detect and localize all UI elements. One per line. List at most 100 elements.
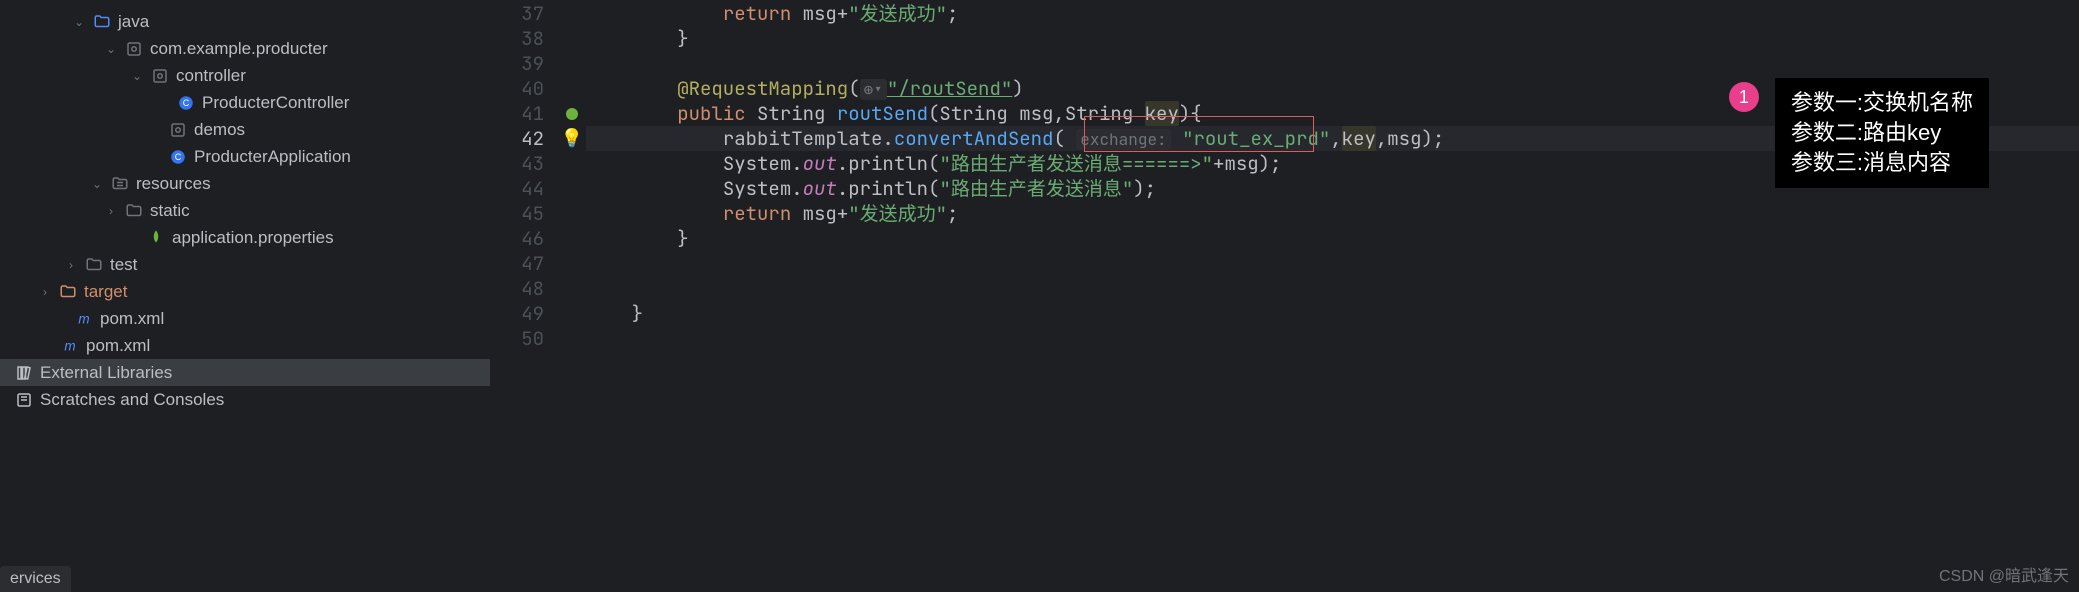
line-number: 38 — [490, 26, 558, 51]
code-token: ; — [947, 1, 958, 26]
svg-text:C: C — [175, 152, 182, 162]
code-token: String — [757, 101, 825, 126]
class-icon: C — [176, 93, 196, 113]
line-number: 43 — [490, 151, 558, 176]
tree-node-static[interactable]: › static — [0, 197, 490, 224]
callout-text: 参数一:交换机名称 参数二:路由key 参数三:消息内容 — [1775, 78, 1989, 188]
tree-node-package[interactable]: ⌄ com.example.producter — [0, 35, 490, 62]
tree-node-pom-outer[interactable]: › m pom.xml — [0, 332, 490, 359]
code-token: .println( — [837, 151, 940, 176]
scratches-icon — [14, 390, 34, 410]
tree-node-target[interactable]: › target — [0, 278, 490, 305]
code-token: msg+ — [791, 201, 848, 226]
line-number: 44 — [490, 176, 558, 201]
line-number: 45 — [490, 201, 558, 226]
code-token: .println( — [837, 176, 940, 201]
line-number: 49 — [490, 301, 558, 326]
code-token: key — [1342, 126, 1376, 151]
code-token: System. — [723, 176, 803, 201]
code-token: "发送成功" — [848, 1, 947, 26]
code-token: "路由生产者发送消息======>" — [939, 151, 1213, 176]
code-token: convertAndSend — [894, 126, 1054, 151]
tree-label: External Libraries — [40, 363, 172, 383]
tree-node-controller[interactable]: ⌄ controller — [0, 62, 490, 89]
code-token: msg+ — [791, 1, 848, 26]
chevron-down-icon: ⌄ — [102, 40, 120, 58]
line-number: 39 — [490, 51, 558, 76]
tree-label: application.properties — [172, 228, 334, 248]
code-token: } — [677, 226, 688, 251]
tree-node-pom-inner[interactable]: › m pom.xml — [0, 305, 490, 332]
code-token: out — [803, 176, 837, 201]
tree-node-producter-controller[interactable]: › C ProducterController — [0, 89, 490, 116]
folder-icon — [92, 12, 112, 32]
code-token: ) — [1012, 76, 1023, 101]
chevron-right-icon: › — [36, 283, 54, 301]
tree-node-demos[interactable]: › demos — [0, 116, 490, 143]
code-token: routSend — [837, 101, 928, 126]
tree-label: demos — [194, 120, 245, 140]
tree-label: pom.xml — [100, 309, 164, 329]
callout-number-badge: 1 — [1729, 82, 1759, 112]
code-token: ; — [947, 201, 958, 226]
line-number: 47 — [490, 251, 558, 276]
code-token: ( — [848, 76, 859, 101]
tree-node-application[interactable]: › C ProducterApplication — [0, 143, 490, 170]
maven-icon: m — [60, 336, 80, 356]
tree-node-scratches[interactable]: Scratches and Consoles — [0, 386, 490, 413]
svg-text:C: C — [183, 98, 190, 108]
callout-line: 参数二:路由key — [1791, 118, 1973, 148]
tree-label: Scratches and Consoles — [40, 390, 224, 410]
tree-label: static — [150, 201, 190, 221]
code-token: } — [632, 301, 643, 326]
services-tab[interactable]: ervices — [0, 566, 71, 592]
line-number: 42 — [490, 126, 558, 151]
tree-label: com.example.producter — [150, 39, 328, 59]
tree-node-app-properties[interactable]: › application.properties — [0, 224, 490, 251]
chevron-down-icon: ⌄ — [88, 175, 106, 193]
tree-node-resources[interactable]: ⌄ resources — [0, 170, 490, 197]
tree-label: controller — [176, 66, 246, 86]
tree-label: pom.xml — [86, 336, 150, 356]
project-tree[interactable]: ⌄ java ⌄ com.example.producter ⌄ control… — [0, 0, 490, 592]
code-token: "路由生产者发送消息" — [939, 176, 1133, 201]
package-icon — [168, 120, 188, 140]
code-token: return — [723, 201, 791, 226]
http-method-hint-icon[interactable]: ⊕▾ — [860, 79, 887, 100]
annotation-callout: 1 参数一:交换机名称 参数二:路由key 参数三:消息内容 — [1729, 78, 1989, 188]
code-token: out — [803, 151, 837, 176]
code-token: "/routSend" — [887, 76, 1012, 101]
chevron-right-icon: › — [102, 202, 120, 220]
line-number-gutter: 37 38 39 40 41 42 43 44 45 46 47 48 49 5… — [490, 0, 558, 592]
intention-bulb-icon[interactable]: 💡 — [558, 126, 586, 151]
tree-label: java — [118, 12, 149, 32]
callout-line: 参数三:消息内容 — [1791, 148, 1973, 178]
maven-icon: m — [74, 309, 94, 329]
excluded-folder-icon — [58, 282, 78, 302]
folder-icon — [124, 201, 144, 221]
line-number: 37 — [490, 1, 558, 26]
tree-node-external-libraries[interactable]: External Libraries — [0, 359, 490, 386]
code-token: "发送成功" — [848, 201, 947, 226]
svg-text:m: m — [78, 311, 89, 326]
tree-label: ProducterController — [202, 93, 349, 113]
code-token: public — [677, 101, 745, 126]
code-token: rabbitTemplate. — [723, 126, 894, 151]
package-icon — [150, 66, 170, 86]
spring-config-icon — [146, 228, 166, 248]
code-token: ); — [1133, 176, 1156, 201]
tree-node-test[interactable]: › test — [0, 251, 490, 278]
tree-node-java[interactable]: ⌄ java — [0, 8, 490, 35]
gutter-marks: 💡 — [558, 0, 586, 592]
tree-label: resources — [136, 174, 211, 194]
code-editor[interactable]: 37 38 39 40 41 42 43 44 45 46 47 48 49 5… — [490, 0, 2079, 592]
watermark: CSDN @暗武逢天 — [1939, 562, 2069, 586]
folder-icon — [84, 255, 104, 275]
chevron-right-icon: › — [62, 256, 80, 274]
endpoint-gutter-icon[interactable] — [558, 101, 586, 126]
chevron-down-icon: ⌄ — [70, 13, 88, 31]
code-token: ,msg); — [1376, 126, 1444, 151]
resources-folder-icon — [110, 174, 130, 194]
tree-label: target — [84, 282, 127, 302]
callout-line: 参数一:交换机名称 — [1791, 88, 1973, 118]
